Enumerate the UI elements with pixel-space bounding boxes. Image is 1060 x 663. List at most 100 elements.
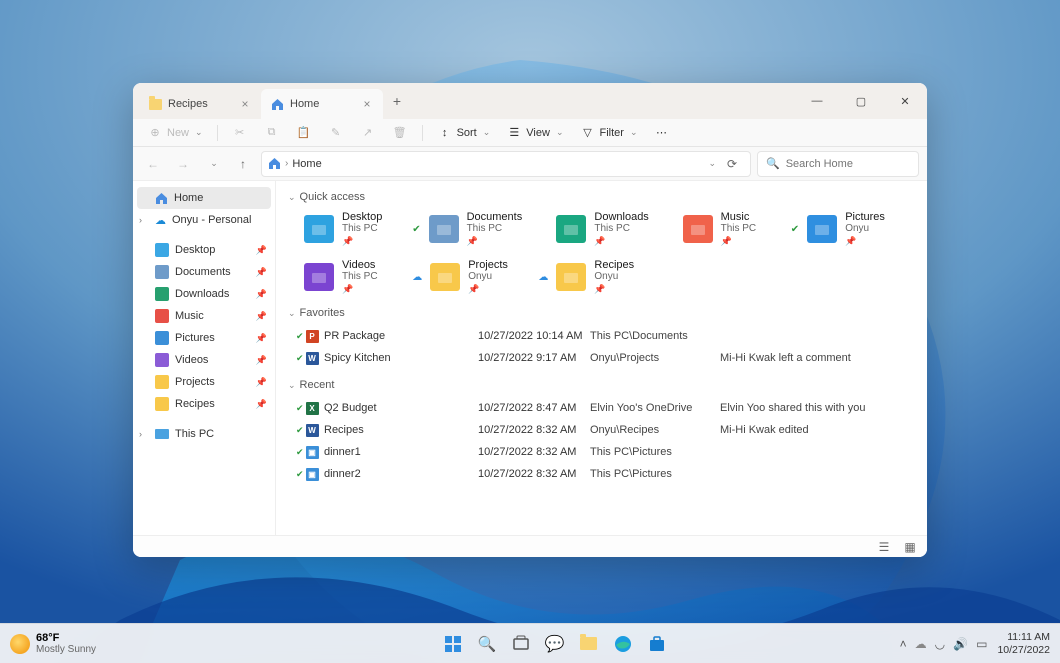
chevron-down-icon: ⌄ — [483, 127, 491, 138]
file-explorer-window: Recipes × Home × + — ▢ ✕ ⊕ New ⌄ ✂ ⧉ 📋 ✎… — [133, 83, 927, 557]
wifi-icon[interactable]: ◡ — [935, 637, 945, 651]
close-button[interactable]: ✕ — [883, 83, 927, 119]
sidebar-item-music[interactable]: Music📌 — [137, 305, 271, 327]
new-tab-button[interactable]: + — [383, 93, 411, 109]
vid-icon — [155, 353, 169, 367]
quick-access-projects[interactable]: ☁ProjectsOnyu📌 — [422, 257, 536, 297]
home-icon — [271, 98, 284, 111]
pc-icon — [155, 429, 169, 439]
section-header-recent[interactable]: ⌄ Recent — [288, 379, 915, 391]
sidebar-item-videos[interactable]: Videos📌 — [137, 349, 271, 371]
sync-icon: ✔ — [296, 469, 304, 480]
folder-icon — [304, 263, 334, 291]
edge-button[interactable] — [608, 629, 638, 659]
file-row[interactable]: ✔WSpicy Kitchen10/27/2022 9:17 AMOnyu\Pr… — [296, 347, 915, 369]
quick-access-music[interactable]: MusicThis PC📌 — [675, 209, 789, 249]
tray-chevron-icon[interactable]: ˄ — [900, 637, 907, 651]
section-header-quick-access[interactable]: ⌄ Quick access — [288, 191, 915, 203]
file-row[interactable]: ✔XQ2 Budget10/27/2022 8:47 AMElvin Yoo's… — [296, 397, 915, 419]
quick-access-documents[interactable]: ✔DocumentsThis PC📌 — [422, 209, 536, 249]
quick-access-pictures[interactable]: ✔PicturesOnyu📌 — [801, 209, 915, 249]
file-row[interactable]: ✔WRecipes10/27/2022 8:32 AMOnyu\RecipesM… — [296, 419, 915, 441]
chevron-right-icon[interactable]: › — [139, 215, 149, 225]
status-bar: ☰ ▦ — [133, 535, 927, 557]
forward-button[interactable]: → — [171, 152, 195, 176]
more-button[interactable]: ⋯ — [648, 122, 676, 144]
sidebar-item-this-pc[interactable]: › This PC — [137, 423, 271, 445]
sidebar-item-onedrive[interactable]: › ☁ Onyu - Personal — [137, 209, 271, 231]
quick-access-downloads[interactable]: DownloadsThis PC📌 — [548, 209, 662, 249]
taskbar-clock[interactable]: 11:11 AM 10/27/2022 — [997, 631, 1050, 656]
new-button[interactable]: ⊕ New ⌄ — [141, 122, 209, 144]
volume-icon[interactable]: 🔊 — [953, 637, 968, 651]
image-icon: ▣ — [306, 468, 319, 481]
onedrive-tray-icon[interactable]: ☁ — [915, 637, 927, 651]
sidebar-item-home[interactable]: Home — [137, 187, 271, 209]
maximize-button[interactable]: ▢ — [839, 83, 883, 119]
tab-label: Recipes — [168, 98, 208, 110]
start-button[interactable] — [438, 629, 468, 659]
chat-icon: 💬 — [545, 634, 565, 654]
details-view-button[interactable]: ☰ — [875, 539, 893, 555]
quick-access-recipes[interactable]: ☁RecipesOnyu📌 — [548, 257, 662, 297]
delete-button[interactable]: 🗑 — [386, 122, 414, 144]
close-icon[interactable]: × — [237, 96, 253, 112]
share-button[interactable]: ↗ — [354, 122, 382, 144]
quick-access-desktop[interactable]: DesktopThis PC📌 — [296, 209, 410, 249]
pin-icon: 📌 — [256, 245, 267, 256]
thumbnails-view-button[interactable]: ▦ — [901, 539, 919, 555]
pin-icon: 📌 — [256, 267, 267, 278]
chevron-down-icon[interactable]: ⌄ — [708, 158, 716, 169]
taskbar-weather[interactable]: 68°F Mostly Sunny — [10, 632, 210, 655]
recent-locations-button[interactable]: ⌄ — [201, 152, 225, 176]
tab-strip: Recipes × Home × + — [133, 83, 795, 119]
sort-button[interactable]: ↕ Sort ⌄ — [431, 122, 497, 144]
sidebar-item-recipes[interactable]: Recipes📌 — [137, 393, 271, 415]
home-icon — [268, 157, 281, 170]
file-row[interactable]: ✔▣dinner110/27/2022 8:32 AMThis PC\Pictu… — [296, 441, 915, 463]
sidebar-item-documents[interactable]: Documents📌 — [137, 261, 271, 283]
address-bar[interactable]: › Home ⌄ ⟳ — [261, 151, 751, 177]
sidebar-item-pictures[interactable]: Pictures📌 — [137, 327, 271, 349]
file-row[interactable]: ✔▣dinner210/27/2022 8:32 AMThis PC\Pictu… — [296, 463, 915, 485]
breadcrumb-segment[interactable]: Home — [292, 158, 321, 170]
quick-access-videos[interactable]: VideosThis PC📌 — [296, 257, 410, 297]
up-button[interactable]: ↑ — [231, 152, 255, 176]
sidebar-item-projects[interactable]: Projects📌 — [137, 371, 271, 393]
file-explorer-button[interactable] — [574, 629, 604, 659]
minimize-button[interactable]: — — [795, 83, 839, 119]
tab-home[interactable]: Home × — [261, 89, 383, 119]
search-input[interactable] — [786, 158, 927, 170]
pin-icon: 📌 — [256, 333, 267, 344]
copy-button[interactable]: ⧉ — [258, 122, 286, 144]
filter-button[interactable]: ▽ Filter ⌄ — [574, 122, 644, 144]
close-icon[interactable]: × — [359, 96, 375, 112]
sidebar-item-downloads[interactable]: Downloads📌 — [137, 283, 271, 305]
chat-button[interactable]: 💬 — [540, 629, 570, 659]
edge-icon — [614, 635, 632, 653]
search-box[interactable]: 🔍 — [757, 151, 919, 177]
view-button[interactable]: ☰ View ⌄ — [500, 122, 569, 144]
sync-icon: ✔ — [296, 353, 304, 364]
cut-button[interactable]: ✂ — [226, 122, 254, 144]
home-icon — [155, 192, 168, 205]
refresh-button[interactable]: ⟳ — [720, 152, 744, 176]
paste-button[interactable]: 📋 — [290, 122, 318, 144]
folder-icon — [149, 99, 162, 110]
file-row[interactable]: ✔PPR Package10/27/2022 10:14 AMThis PC\D… — [296, 325, 915, 347]
back-button[interactable]: ← — [141, 152, 165, 176]
window-controls: — ▢ ✕ — [795, 83, 927, 119]
tab-recipes[interactable]: Recipes × — [139, 89, 261, 119]
chevron-right-icon[interactable]: › — [139, 429, 149, 439]
battery-icon[interactable]: ▭ — [976, 637, 987, 651]
task-view-button[interactable] — [506, 629, 536, 659]
sidebar-item-desktop[interactable]: Desktop📌 — [137, 239, 271, 261]
store-button[interactable] — [642, 629, 672, 659]
weather-icon — [10, 634, 30, 654]
section-header-favorites[interactable]: ⌄ Favorites — [288, 307, 915, 319]
word-icon: W — [306, 424, 319, 437]
search-button[interactable]: 🔍 — [472, 629, 502, 659]
chevron-down-icon: ⌄ — [630, 127, 638, 138]
trash-icon: 🗑 — [392, 125, 408, 141]
rename-button[interactable]: ✎ — [322, 122, 350, 144]
